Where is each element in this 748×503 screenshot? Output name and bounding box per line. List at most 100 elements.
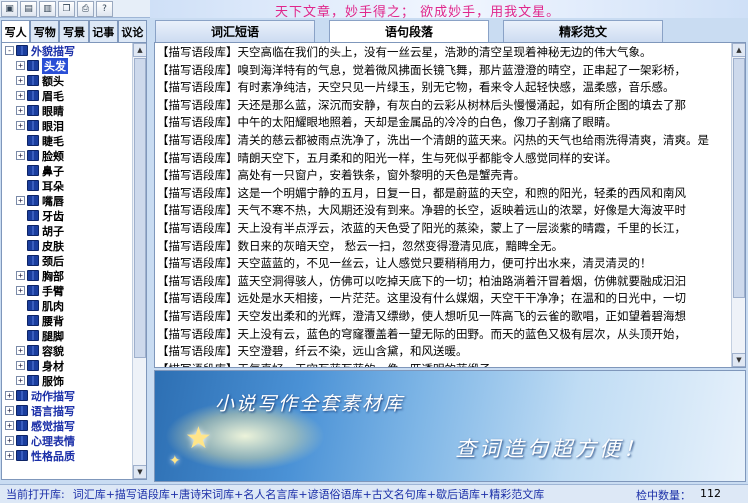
tab-sample-essays[interactable]: 精彩范文 (503, 20, 663, 42)
tree-item[interactable]: 肌肉 (2, 298, 132, 313)
tab-argument[interactable]: 议论 (117, 20, 148, 42)
expand-icon[interactable]: + (16, 76, 25, 85)
tree-item-label: 眼睛 (42, 104, 64, 118)
tree-item[interactable]: + 眼睛 (2, 103, 132, 118)
status-bar: 当前打开库: 词汇库+描写语段库+唐诗宋词库+名人名言库+谚语俗语库+古文名句库… (0, 484, 748, 503)
tree-item[interactable]: 腰背 (2, 313, 132, 328)
paragraph-item[interactable]: 【描写语段库】天空澄碧，纤云不染，远山含黛，和风送暖。 (157, 343, 731, 361)
expand-icon[interactable]: + (5, 391, 14, 400)
tree-scrollbar[interactable]: ▲ ▼ (132, 43, 146, 479)
tree-item[interactable]: + 身材 (2, 358, 132, 373)
tree-item[interactable]: + 服饰 (2, 373, 132, 388)
list-scroll-thumb[interactable] (733, 58, 745, 298)
expand-icon[interactable]: + (16, 106, 25, 115)
tree-item[interactable]: + 嘴唇 (2, 193, 132, 208)
tree-item-label: 胸部 (42, 269, 64, 283)
tab-paragraphs[interactable]: 语句段落 (329, 20, 489, 42)
tree-item[interactable]: 牙齿 (2, 208, 132, 223)
tab-write-object[interactable]: 写物 (30, 20, 60, 42)
save-icon[interactable]: ▥ (39, 1, 56, 17)
expand-icon[interactable]: + (16, 346, 25, 355)
tree-item[interactable]: + 胸部 (2, 268, 132, 283)
scroll-up-icon[interactable]: ▲ (133, 43, 146, 57)
tree-item[interactable]: 睫毛 (2, 133, 132, 148)
paragraph-item[interactable]: 【描写语段库】天气真好，天空瓦蓝瓦蓝的，像一匹透明的蓝缎子。 (157, 361, 731, 367)
tab-write-person[interactable]: 写人 (1, 20, 31, 42)
tree-item[interactable]: + 额头 (2, 73, 132, 88)
tree-item[interactable]: + 脸颊 (2, 148, 132, 163)
tree-item[interactable]: - 外貌描写 (2, 43, 132, 58)
tab-vocabulary[interactable]: 词汇短语 (155, 20, 315, 42)
tree-item[interactable]: + 性格品质 (2, 448, 132, 463)
open-libraries-value: 词汇库+描写语段库+唐诗宋词库+名人名言库+谚语俗语库+古文名句库+歇后语库+精… (72, 488, 545, 501)
expand-icon[interactable]: + (16, 151, 25, 160)
paragraph-item[interactable]: 【描写语段库】有时素净纯洁，天空只见一片绿玉，别无它物，看来令人起轻快感，温柔感… (157, 79, 731, 97)
scroll-down-icon[interactable]: ▼ (732, 353, 745, 367)
expand-icon[interactable]: + (16, 376, 25, 385)
category-tabs: 写人 写物 写景 记事 议论 (1, 20, 148, 42)
expand-icon[interactable]: + (16, 91, 25, 100)
list-scrollbar[interactable]: ▲ ▼ (731, 43, 745, 367)
tab-narrative[interactable]: 记事 (88, 20, 118, 42)
expand-icon[interactable]: + (16, 61, 25, 70)
paragraph-item[interactable]: 【描写语段库】蓝天空洞得骇人，仿佛可以吃掉天底下的一切；柏油路淌着汗冒着烟，仿佛… (157, 273, 731, 291)
tree-item[interactable]: + 头发 (2, 57, 132, 74)
expand-icon[interactable]: + (16, 271, 25, 280)
expand-icon[interactable]: + (5, 421, 14, 430)
book-icon (27, 345, 39, 356)
scroll-down-icon[interactable]: ▼ (133, 465, 146, 479)
expand-icon[interactable]: + (16, 196, 25, 205)
tree-item[interactable]: 胡子 (2, 223, 132, 238)
paragraph-item[interactable]: 【描写语段库】天空发出柔和的光辉，澄清又缥缈，使人想听见一阵高飞的云雀的歌唱，正… (157, 308, 731, 326)
paragraph-item[interactable]: 【描写语段库】远处是水天相接，一片茫茫。这里没有什么媒烟，天空干干净净；在温和的… (157, 290, 731, 308)
scroll-up-icon[interactable]: ▲ (732, 43, 745, 57)
open-icon[interactable]: ▣ (1, 1, 18, 17)
tree-item[interactable]: 皮肤 (2, 238, 132, 253)
tree-item[interactable]: 腿脚 (2, 328, 132, 343)
book-icon (27, 135, 39, 146)
paragraph-item[interactable]: 【描写语段库】晴朗天空下，五月柔和的阳光一样，生与死似乎都能令人感觉同样的安详。 (157, 150, 731, 168)
tree-item[interactable]: + 动作描写 (2, 388, 132, 403)
category-tree-panel: - 外貌描写 + 头发 + 额头 + 眉毛 + 眼睛 + 眼泪 睫毛 + 脸颊 鼻子 耳朵 + 嘴唇 牙齿 胡子 皮肤 颈后… (1, 42, 147, 480)
tree-item[interactable]: 耳朵 (2, 178, 132, 193)
expand-icon[interactable]: + (5, 406, 14, 415)
paragraph-item[interactable]: 【描写语段库】清关的慈云都被雨点洗净了，洗出一个清朗的蓝天来。闪热的天气也给雨洗… (157, 132, 731, 150)
tree-item[interactable]: + 眉毛 (2, 88, 132, 103)
expand-icon[interactable]: + (5, 451, 14, 460)
book-icon (27, 180, 39, 191)
paragraph-item[interactable]: 【描写语段库】天空高临在我们的头上，没有一丝云星，浩渺的清空呈现着神秘无边的伟大… (157, 44, 731, 62)
tree-item[interactable]: + 语言描写 (2, 403, 132, 418)
tree-item[interactable]: + 眼泪 (2, 118, 132, 133)
copy-icon[interactable]: ❐ (58, 1, 75, 17)
expand-icon[interactable]: + (16, 361, 25, 370)
paragraph-lines: 【描写语段库】天空高临在我们的头上，没有一丝云星，浩渺的清空呈现着神秘无边的伟大… (157, 44, 731, 367)
tree-item[interactable]: + 感觉描写 (2, 418, 132, 433)
paragraph-item[interactable]: 【描写语段库】数日来的灰暗天空， 愁云一扫，忽然变得澄清见底，黯睥全无。 (157, 238, 731, 256)
tree-item[interactable]: + 心理表情 (2, 433, 132, 448)
folder-icon[interactable]: ▤ (20, 1, 37, 17)
paragraph-item[interactable]: 【描写语段库】天还是那么蓝，深沉而安静，有灰白的云彩从树林后头慢慢涌起，如有所企… (157, 97, 731, 115)
tree-item[interactable]: 鼻子 (2, 163, 132, 178)
tab-write-scene[interactable]: 写景 (59, 20, 89, 42)
paragraph-item[interactable]: 【描写语段库】这是一个明媚宁静的五月，日复一日，都是蔚蓝的天空，和煦的阳光，轻柔… (157, 185, 731, 203)
paragraph-item[interactable]: 【描写语段库】高处有一只窗户，安着铁条，窗外黎明的天色是蟹壳青。 (157, 167, 731, 185)
collapse-icon[interactable]: - (5, 46, 14, 55)
expand-icon[interactable]: + (16, 121, 25, 130)
tree-item[interactable]: + 手臂 (2, 283, 132, 298)
book-icon (27, 120, 39, 131)
help-icon[interactable]: ? (96, 1, 113, 17)
paragraph-item[interactable]: 【描写语段库】嗅到海洋特有的气息，觉着微风拂面长镜飞舞，那片蓝澄澄的晴空，正串起… (157, 62, 731, 80)
expand-icon[interactable]: + (16, 286, 25, 295)
tree-item[interactable]: 颈后 (2, 253, 132, 268)
paragraph-item[interactable]: 【描写语段库】天气不寒不热，大风期还没有到来。净碧的长空，返映着远山的浓翠，好像… (157, 202, 731, 220)
paragraph-item[interactable]: 【描写语段库】中午的太阳耀眼地照着，天却是金属品的冷冷的白色，像刀子割痛了眼睛。 (157, 114, 731, 132)
tree-item-label: 容貌 (42, 344, 64, 358)
tree-item[interactable]: + 容貌 (2, 343, 132, 358)
tree-scroll-thumb[interactable] (134, 58, 146, 358)
paragraph-item[interactable]: 【描写语段库】天上没有云，蓝色的穹窿覆盖着一望无际的田野。而天的蓝色又极有层次，… (157, 326, 731, 344)
paragraph-item[interactable]: 【描写语段库】天空蓝蓝的，不见一丝云，让人感觉只要稍稍用力，便可拧出水来，清灵清… (157, 255, 731, 273)
paragraph-item[interactable]: 【描写语段库】天上没有半点浮云，浓蓝的天色受了阳光的蒸染，蒙上了一层淡紫的晴霞，… (157, 220, 731, 238)
print-icon[interactable]: ⎙ (77, 1, 94, 17)
expand-icon[interactable]: + (5, 436, 14, 445)
tree-item-label: 性格品质 (31, 449, 75, 463)
